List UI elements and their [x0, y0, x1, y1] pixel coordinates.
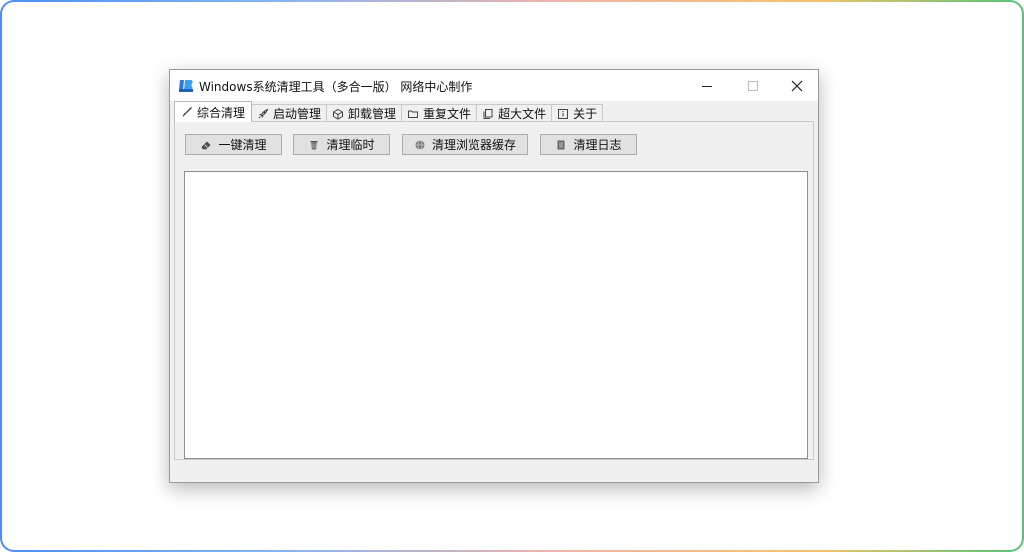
- tab-label: 启动管理: [273, 107, 322, 121]
- status-bar: [170, 461, 818, 482]
- title-bar: Windows系统清理工具（多合一版） 网络中心制作: [170, 70, 818, 101]
- tab-comprehensive-clean[interactable]: 综合清理: [174, 101, 253, 122]
- tab-label: 综合清理: [197, 105, 246, 120]
- clean-logs-label: 清理日志: [573, 138, 622, 152]
- minimize-icon: [701, 85, 712, 87]
- document-icon: [555, 139, 567, 151]
- eraser-icon: [200, 139, 212, 151]
- tab-label: 卸载管理: [348, 107, 397, 121]
- app-window: Windows系统清理工具（多合一版） 网络中心制作 综合清理 启动管理 卸载管…: [169, 69, 819, 483]
- rocket-icon: [257, 108, 269, 120]
- tab-about[interactable]: 关于: [551, 104, 604, 122]
- clean-temp-label: 清理临时: [326, 138, 375, 152]
- info-icon: [557, 108, 569, 120]
- maximize-icon: [747, 80, 758, 91]
- tab-startup-manager[interactable]: 启动管理: [251, 104, 328, 122]
- folder-icon: [407, 108, 419, 120]
- file-copy-icon: [482, 108, 494, 120]
- tab-label: 重复文件: [423, 107, 472, 121]
- close-button[interactable]: [774, 70, 819, 101]
- tab-panel-comprehensive-clean: 一键清理 清理临时 清理浏览器缓存 清理日志: [174, 121, 814, 460]
- close-icon: [791, 80, 802, 91]
- window-title: Windows系统清理工具（多合一版） 网络中心制作: [199, 80, 473, 94]
- tab-strip: 综合清理 启动管理 卸载管理 重复文件 超大文件 关于: [174, 101, 604, 122]
- clean-temp-button[interactable]: 清理临时: [293, 134, 390, 155]
- tab-label: 关于: [573, 107, 598, 121]
- globe-icon: [414, 139, 426, 151]
- tab-large-files[interactable]: 超大文件: [476, 104, 553, 122]
- brush-icon: [181, 106, 193, 118]
- one-click-clean-button[interactable]: 一键清理: [185, 134, 282, 155]
- clean-logs-button[interactable]: 清理日志: [540, 134, 637, 155]
- minimize-button[interactable]: [684, 70, 729, 101]
- trash-icon: [308, 139, 320, 151]
- clean-browser-cache-label: 清理浏览器缓存: [431, 138, 516, 152]
- app-logo-icon: [178, 77, 194, 93]
- tab-label: 超大文件: [498, 107, 547, 121]
- clean-browser-cache-button[interactable]: 清理浏览器缓存: [402, 134, 528, 155]
- one-click-clean-label: 一键清理: [218, 138, 267, 152]
- tab-duplicate-files[interactable]: 重复文件: [401, 104, 478, 122]
- tab-uninstall-manager[interactable]: 卸载管理: [326, 104, 403, 122]
- log-output-area[interactable]: [184, 171, 808, 459]
- maximize-button[interactable]: [730, 70, 775, 101]
- package-icon: [332, 108, 344, 120]
